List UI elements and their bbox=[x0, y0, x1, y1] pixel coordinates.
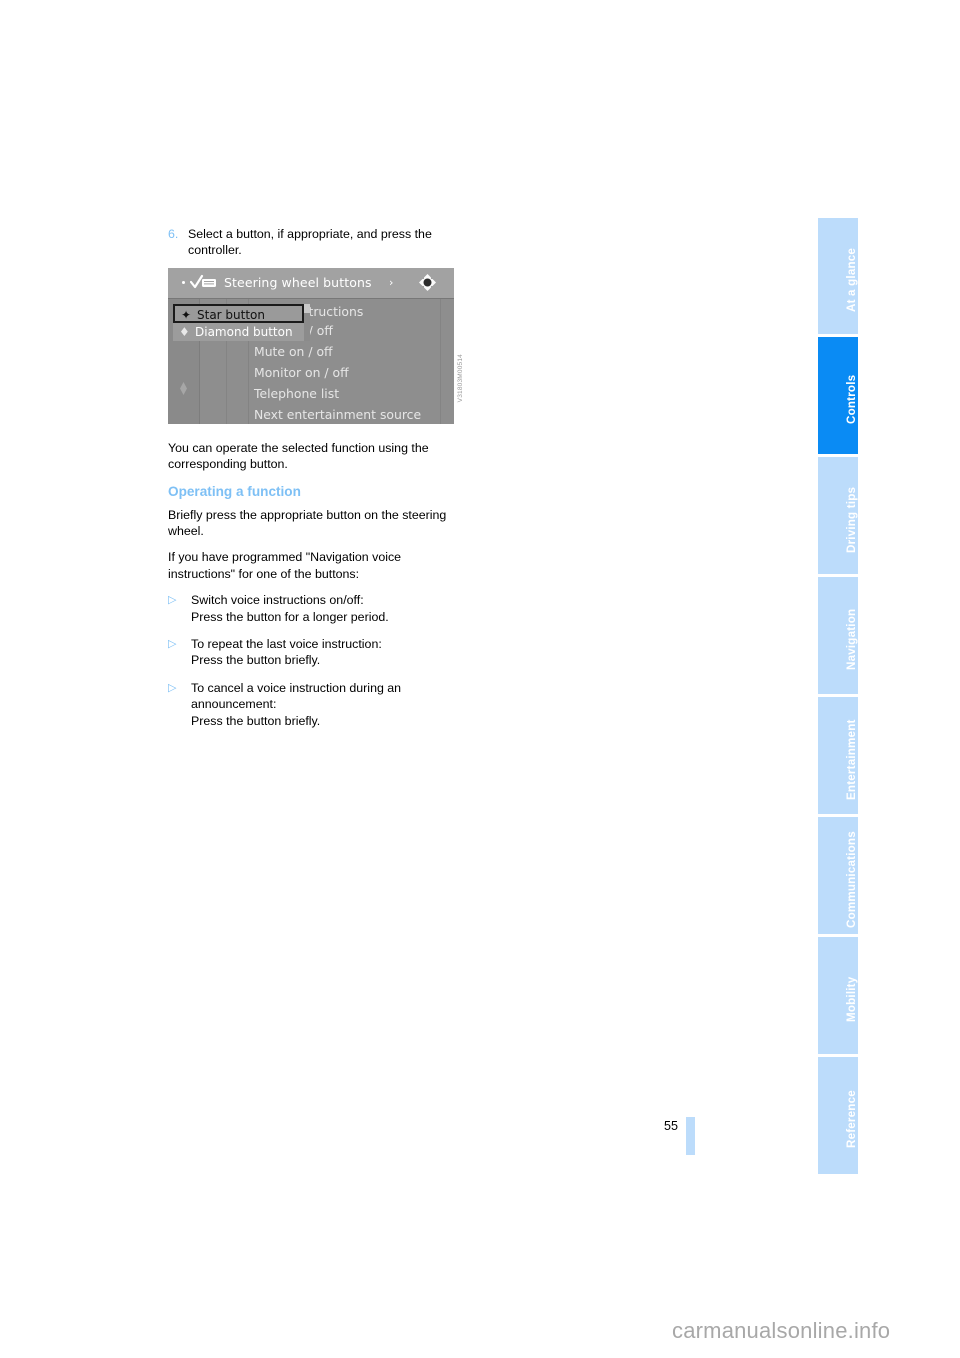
paragraph-after-figure: You can operate the selected function us… bbox=[168, 440, 429, 472]
sidebar-tab-navigation[interactable]: Navigation bbox=[818, 577, 858, 694]
section-paragraph-2: If you have programmed "Navigation voice… bbox=[168, 550, 402, 581]
popup-item-label: Diamond button bbox=[195, 324, 293, 339]
bullet-text: To repeat the last voice instruction: Pr… bbox=[191, 636, 468, 669]
bullet-line: Press the button briefly. bbox=[191, 653, 321, 668]
sidebar-tab-label: Navigation bbox=[845, 608, 858, 671]
numbered-step-6: 6. Select a button, if appropriate, and … bbox=[168, 226, 468, 259]
device-screen: Steering wheel buttons › instructions / … bbox=[168, 267, 454, 424]
device-titlebar: Steering wheel buttons › bbox=[168, 267, 454, 299]
bullet-line: To repeat the last voice instruction: bbox=[191, 637, 382, 652]
bullet-text: To cancel a voice instruction during an … bbox=[191, 680, 468, 729]
bullet-item: ▷ To repeat the last voice instruction: … bbox=[168, 636, 468, 669]
bullet-line: Switch voice instructions on/off: bbox=[191, 593, 364, 608]
triangle-right-icon: ▷ bbox=[168, 638, 177, 651]
device-menu-item[interactable]: Telephone list bbox=[254, 385, 339, 402]
sidebar-tab-label: Controls bbox=[845, 374, 858, 425]
diamond-icon: ♦ bbox=[179, 324, 190, 339]
title-right-arrow-icon: › bbox=[389, 275, 394, 289]
content-column: 6. Select a button, if appropriate, and … bbox=[168, 226, 468, 740]
check-steering-wheel-icon bbox=[189, 274, 218, 291]
figure-id-code: V31803M00514 bbox=[457, 353, 464, 403]
chapter-tab-sidebar: At a glance Controls Driving tips Naviga… bbox=[818, 218, 858, 1177]
step-number: 6. bbox=[168, 227, 179, 241]
bullet-line: Press the button briefly. bbox=[191, 713, 321, 728]
sidebar-tab-label: Reference bbox=[845, 1090, 858, 1149]
section-paragraph-1: Briefly press the appropriate button on … bbox=[168, 507, 447, 539]
controller-icon bbox=[418, 273, 437, 292]
sidebar-tab-driving-tips[interactable]: Driving tips bbox=[818, 457, 858, 574]
step-text: Select a button, if appropriate, and pre… bbox=[188, 227, 432, 258]
popup-item-label: Star button bbox=[197, 307, 266, 322]
sidebar-tab-controls[interactable]: Controls bbox=[818, 337, 858, 454]
popup-scrollbar-thumb[interactable] bbox=[304, 303, 310, 313]
diamond-icon bbox=[177, 380, 190, 395]
device-button-popup: ✦ Star button ♦ Diamond button bbox=[173, 303, 310, 341]
triangle-right-icon: ▷ bbox=[168, 681, 177, 694]
bullet-item: ▷ To cancel a voice instruction during a… bbox=[168, 680, 468, 729]
page-marker-bar bbox=[686, 1117, 695, 1155]
sidebar-tab-entertainment[interactable]: Entertainment bbox=[818, 697, 858, 814]
title-left-dot-icon bbox=[182, 280, 185, 284]
page-number: 55 bbox=[663, 1119, 678, 1133]
sidebar-tab-communications[interactable]: Communications bbox=[818, 817, 858, 934]
bullet-line: Press the button for a longer period. bbox=[191, 609, 389, 624]
section-heading-operating-a-function: Operating a function bbox=[168, 483, 301, 499]
sidebar-tab-mobility[interactable]: Mobility bbox=[818, 937, 858, 1054]
sidebar-tab-label: Entertainment bbox=[845, 719, 858, 800]
watermark: carmanualsonline.info bbox=[672, 1318, 891, 1343]
device-menu-item[interactable]: Next entertainment source bbox=[254, 406, 421, 423]
sidebar-tab-label: Communications bbox=[845, 831, 858, 928]
bullet-line: To cancel a voice instruction during an … bbox=[191, 680, 402, 712]
device-menu-item[interactable]: Monitor on / off bbox=[254, 364, 349, 381]
device-right-edge bbox=[440, 298, 441, 424]
triangle-right-icon: ▷ bbox=[168, 594, 177, 607]
star-icon: ✦ bbox=[181, 307, 192, 322]
sidebar-tab-label: Mobility bbox=[845, 976, 858, 1023]
sidebar-tab-at-a-glance[interactable]: At a glance bbox=[818, 218, 858, 334]
manual-page: 6. Select a button, if appropriate, and … bbox=[0, 0, 960, 1358]
popup-item-diamond-button[interactable]: ♦ Diamond button bbox=[173, 322, 304, 341]
bullet-text: Switch voice instructions on/off: Press … bbox=[191, 592, 468, 625]
sidebar-tab-label: Driving tips bbox=[845, 486, 858, 553]
sidebar-tab-label: At a glance bbox=[845, 247, 858, 313]
device-screenshot-figure: Steering wheel buttons › instructions / … bbox=[168, 267, 464, 424]
bullet-item: ▷ Switch voice instructions on/off: Pres… bbox=[168, 592, 468, 625]
popup-scrollbar[interactable] bbox=[304, 303, 310, 341]
device-title-text: Steering wheel buttons bbox=[224, 274, 372, 290]
sidebar-tab-reference[interactable]: Reference bbox=[818, 1057, 858, 1174]
device-menu-item[interactable]: Mute on / off bbox=[254, 343, 333, 360]
popup-item-star-button[interactable]: ✦ Star button bbox=[173, 303, 304, 323]
